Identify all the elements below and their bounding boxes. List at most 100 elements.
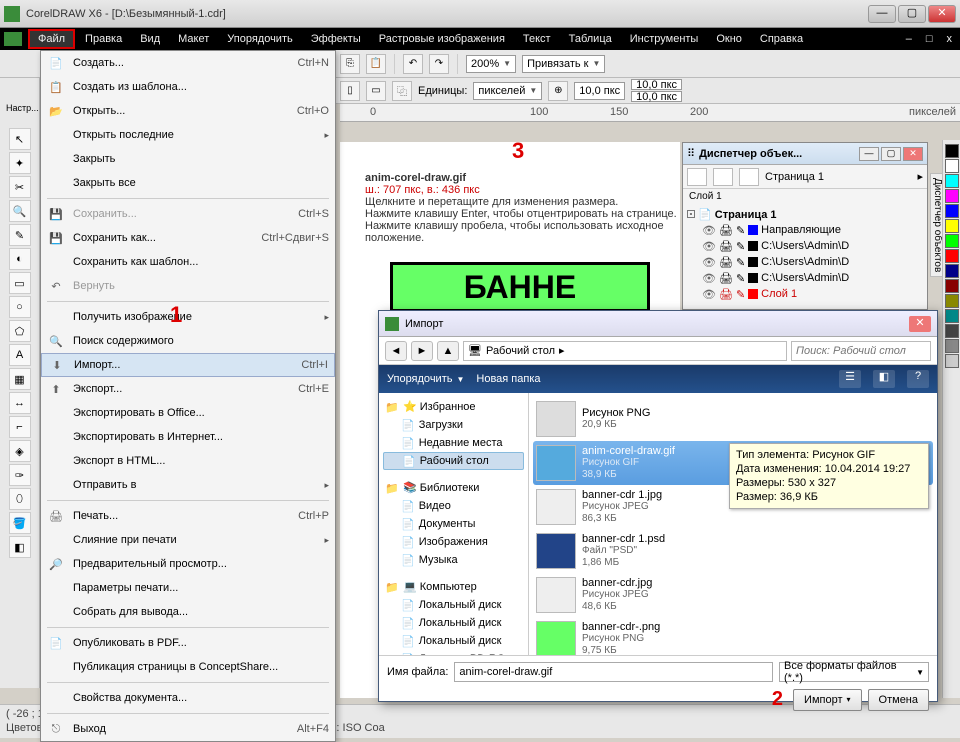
undo-icon[interactable]: ↶ (403, 54, 423, 74)
nav-item[interactable]: 📄Рабочий стол (383, 452, 524, 470)
organize-button[interactable]: Упорядочить▼ (387, 373, 464, 385)
dimension-tool-icon[interactable]: ↔ (9, 392, 31, 414)
nav-group[interactable]: 📁💻 Компьютер (383, 577, 524, 596)
file-item[interactable]: banner-cdr 1.psdФайл "PSD"1,86 МБ (533, 529, 933, 573)
color-swatch[interactable] (945, 309, 959, 323)
file-menu-item[interactable]: ⬇Импорт...Ctrl+I (41, 353, 335, 377)
nav-item[interactable]: 📄Загрузки (383, 416, 524, 434)
file-menu-item[interactable]: 📂Открыть...Ctrl+O (41, 99, 335, 123)
copy-icon[interactable]: ⎘ (340, 54, 360, 74)
import-button[interactable]: Импорт▾ (793, 689, 861, 711)
file-menu-item[interactable]: 📄Опубликовать в PDF... (41, 631, 335, 655)
file-menu-item[interactable]: ⎋ВыходAlt+F4 (41, 717, 335, 741)
nav-item[interactable]: 📄Локальный диск (383, 614, 524, 632)
layer-row[interactable]: 👁🖨✎ C:\Users\Admin\D (687, 238, 923, 254)
color-swatch[interactable] (945, 174, 959, 188)
help-button[interactable]: ? (907, 370, 929, 388)
doc-restore[interactable]: □ (922, 33, 937, 45)
zoom-combo[interactable]: 200%▼ (466, 55, 516, 73)
layer-row[interactable]: 👁🖨✎ Слой 1 (687, 286, 923, 302)
snap-combo[interactable]: Привязать к▼ (522, 55, 605, 73)
docker-grip-icon[interactable]: ⠿ (687, 147, 695, 160)
dup-y-input[interactable]: 10,0 пкс (631, 91, 682, 102)
zoom-tool-icon[interactable]: 🔍 (9, 200, 31, 222)
dup-x-input[interactable]: 10,0 пкс (631, 79, 682, 90)
menu-window[interactable]: Окно (708, 31, 750, 47)
file-menu-item[interactable]: Сохранить как шаблон... (41, 250, 335, 274)
file-item[interactable]: banner-cdr.jpgРисунок JPEG48,6 КБ (533, 573, 933, 617)
menu-text[interactable]: Текст (515, 31, 559, 47)
ellipse-tool-icon[interactable]: ○ (9, 296, 31, 318)
rectangle-tool-icon[interactable]: ▭ (9, 272, 31, 294)
file-menu-item[interactable]: Публикация страницы в ConceptShare... (41, 655, 335, 679)
file-menu-item[interactable]: Экспортировать в Office... (41, 401, 335, 425)
color-swatch[interactable] (945, 159, 959, 173)
file-menu-item[interactable]: ⬆Экспорт...Ctrl+E (41, 377, 335, 401)
file-menu-item[interactable]: Получить изображение▸ (41, 305, 335, 329)
file-menu-item[interactable]: 📄Создать...Ctrl+N (41, 51, 335, 75)
view-mode-button[interactable]: ☰ (839, 370, 861, 388)
interactive-fill-icon[interactable]: ◧ (9, 536, 31, 558)
layer-opts3-icon[interactable] (739, 168, 759, 186)
nav-back-button[interactable]: ◄ (385, 341, 407, 361)
layer-row[interactable]: 👁🖨✎ C:\Users\Admin\D (687, 270, 923, 286)
color-swatch[interactable] (945, 294, 959, 308)
nav-item[interactable]: 📄Недавние места (383, 434, 524, 452)
doc-minimize[interactable]: – (902, 33, 916, 45)
nudge-input[interactable]: 10,0 пкс (574, 82, 625, 100)
nav-group[interactable]: 📁📚 Библиотеки (383, 478, 524, 497)
crop-tool-icon[interactable]: ✂ (9, 176, 31, 198)
color-swatch[interactable] (945, 144, 959, 158)
file-menu-item[interactable]: Свойства документа... (41, 686, 335, 710)
layer-opts2-icon[interactable] (713, 168, 733, 186)
menu-table[interactable]: Таблица (561, 31, 620, 47)
nav-item[interactable]: 📄Видео (383, 497, 524, 515)
new-folder-button[interactable]: Новая папка (476, 373, 540, 385)
menu-tools[interactable]: Инструменты (622, 31, 707, 47)
menu-bitmaps[interactable]: Растровые изображения (371, 31, 513, 47)
connector-tool-icon[interactable]: ⌐ (9, 416, 31, 438)
menu-arrange[interactable]: Упорядочить (219, 31, 300, 47)
nav-item[interactable]: 📄Дисковод BD-RO (383, 650, 524, 655)
effects-tool-icon[interactable]: ◈ (9, 440, 31, 462)
file-menu-item[interactable]: Собрать для вывода... (41, 600, 335, 624)
nav-group[interactable]: 📁⭐ Избранное (383, 397, 524, 416)
color-swatch[interactable] (945, 264, 959, 278)
import-close-button[interactable]: ✕ (909, 316, 931, 332)
file-menu-item[interactable]: Экспорт в HTML... (41, 449, 335, 473)
breadcrumb[interactable]: 🖥 Рабочий стол ▸ (463, 341, 787, 361)
smart-fill-icon[interactable]: ◐ (9, 248, 31, 270)
preview-pane-button[interactable]: ◧ (873, 370, 895, 388)
file-item[interactable]: Рисунок PNG20,9 КБ (533, 397, 933, 441)
minimize-button[interactable]: — (868, 5, 896, 23)
menu-effects[interactable]: Эффекты (303, 31, 369, 47)
pages-icon[interactable]: ⿻ (392, 81, 412, 101)
file-menu-item[interactable]: Слияние при печати▸ (41, 528, 335, 552)
nav-item[interactable]: 📄Музыка (383, 551, 524, 569)
polygon-tool-icon[interactable]: ⬠ (9, 320, 31, 342)
nav-item[interactable]: 📄Документы (383, 515, 524, 533)
color-swatch[interactable] (945, 204, 959, 218)
color-swatch[interactable] (945, 189, 959, 203)
file-menu-item[interactable]: Закрыть (41, 147, 335, 171)
close-button[interactable]: ✕ (928, 5, 956, 23)
file-menu-item[interactable]: 💾Сохранить как...Ctrl+Сдвиг+S (41, 226, 335, 250)
color-swatch[interactable] (945, 324, 959, 338)
menu-file[interactable]: Файл (28, 29, 75, 49)
color-swatch[interactable] (945, 354, 959, 368)
nav-item[interactable]: 📄Изображения (383, 533, 524, 551)
redo-icon[interactable]: ↷ (429, 54, 449, 74)
paste-icon[interactable]: 📋 (366, 54, 386, 74)
fill-tool-icon[interactable]: 🪣 (9, 512, 31, 534)
docker-close[interactable]: ✕ (903, 147, 923, 161)
search-input[interactable] (791, 341, 931, 361)
nav-up-button[interactable]: ▲ (437, 341, 459, 361)
file-menu-item[interactable]: Закрыть все (41, 171, 335, 195)
file-item[interactable]: banner-cdr-.pngРисунок PNG9,75 КБ (533, 617, 933, 655)
outline-tool-icon[interactable]: ⬯ (9, 488, 31, 510)
maximize-button[interactable]: ▢ (898, 5, 926, 23)
table-tool-icon[interactable]: ▦ (9, 368, 31, 390)
nav-forward-button[interactable]: ► (411, 341, 433, 361)
eyedropper-tool-icon[interactable]: ✑ (9, 464, 31, 486)
file-filter-combo[interactable]: Все форматы файлов (*.*)▼ (779, 662, 929, 682)
